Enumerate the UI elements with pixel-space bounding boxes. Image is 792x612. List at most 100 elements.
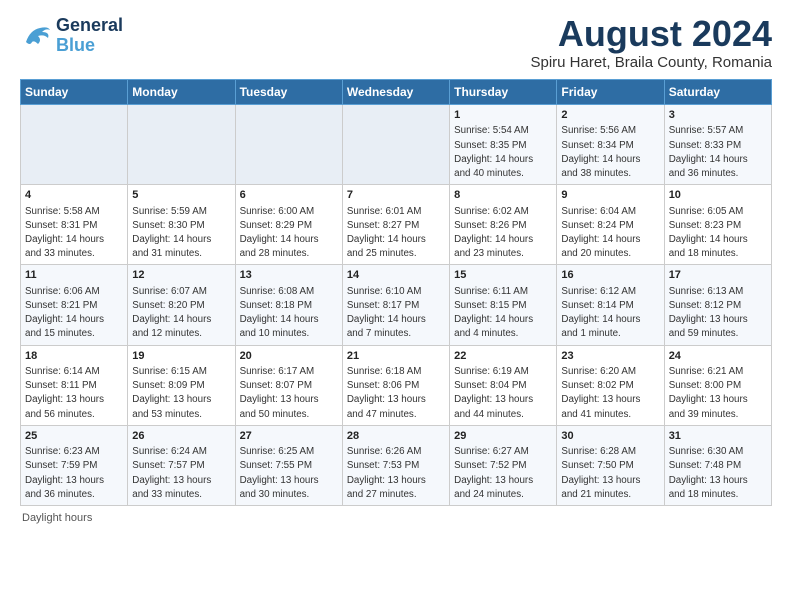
weekday-header-tuesday: Tuesday	[235, 80, 342, 105]
calendar-cell: 9 Sunrise: 6:04 AM Sunset: 8:24 PM Daylig…	[557, 185, 664, 265]
day-info: Sunrise: 6:17 AM Sunset: 8:07 PM Dayligh…	[240, 365, 338, 422]
day-number: 21	[347, 349, 445, 364]
calendar-cell	[128, 105, 235, 185]
day-info: Sunrise: 6:25 AM Sunset: 7:55 PM Dayligh…	[240, 445, 338, 502]
day-number: 8	[454, 188, 552, 203]
day-number: 29	[454, 429, 552, 444]
day-info: Sunrise: 6:15 AM Sunset: 8:09 PM Dayligh…	[132, 365, 230, 422]
calendar-cell: 21Sunrise: 6:18 AM Sunset: 8:06 PM Dayli…	[342, 345, 449, 425]
logo-text: General Blue	[56, 16, 123, 56]
calendar-cell: 30Sunrise: 6:28 AM Sunset: 7:50 PM Dayli…	[557, 425, 664, 505]
day-info: Sunrise: 6:00 AM Sunset: 8:29 PM Dayligh…	[240, 205, 338, 262]
day-number: 13	[240, 268, 338, 283]
day-number: 16	[561, 268, 659, 283]
calendar-week-3: 18Sunrise: 6:14 AM Sunset: 8:11 PM Dayli…	[21, 345, 772, 425]
day-info: Sunrise: 6:26 AM Sunset: 7:53 PM Dayligh…	[347, 445, 445, 502]
header: General Blue August 2024 Spiru Haret, Br…	[20, 16, 772, 71]
calendar-cell: 6 Sunrise: 6:00 AM Sunset: 8:29 PM Daylig…	[235, 185, 342, 265]
calendar-cell: 24Sunrise: 6:21 AM Sunset: 8:00 PM Dayli…	[664, 345, 771, 425]
day-info: Sunrise: 5:59 AM Sunset: 8:30 PM Dayligh…	[132, 205, 230, 262]
day-number: 19	[132, 349, 230, 364]
day-number: 20	[240, 349, 338, 364]
day-info: Sunrise: 6:12 AM Sunset: 8:14 PM Dayligh…	[561, 285, 659, 342]
day-number: 4	[25, 188, 123, 203]
day-number: 12	[132, 268, 230, 283]
calendar-cell: 25Sunrise: 6:23 AM Sunset: 7:59 PM Dayli…	[21, 425, 128, 505]
calendar-cell	[21, 105, 128, 185]
day-number: 25	[25, 429, 123, 444]
day-number: 1	[454, 108, 552, 123]
calendar-cell: 29Sunrise: 6:27 AM Sunset: 7:52 PM Dayli…	[450, 425, 557, 505]
day-number: 11	[25, 268, 123, 283]
calendar-cell: 2Sunrise: 5:56 AM Sunset: 8:34 PM Daylig…	[557, 105, 664, 185]
calendar-cell: 10Sunrise: 6:05 AM Sunset: 8:23 PM Dayli…	[664, 185, 771, 265]
page: General Blue August 2024 Spiru Haret, Br…	[0, 0, 792, 536]
day-number: 3	[669, 108, 767, 123]
day-info: Sunrise: 6:28 AM Sunset: 7:50 PM Dayligh…	[561, 445, 659, 502]
calendar-cell: 19Sunrise: 6:15 AM Sunset: 8:09 PM Dayli…	[128, 345, 235, 425]
main-title: August 2024	[531, 16, 773, 52]
calendar-cell: 31Sunrise: 6:30 AM Sunset: 7:48 PM Dayli…	[664, 425, 771, 505]
calendar-week-4: 25Sunrise: 6:23 AM Sunset: 7:59 PM Dayli…	[21, 425, 772, 505]
calendar-cell	[235, 105, 342, 185]
calendar-week-2: 11Sunrise: 6:06 AM Sunset: 8:21 PM Dayli…	[21, 265, 772, 345]
day-number: 2	[561, 108, 659, 123]
calendar-cell: 28Sunrise: 6:26 AM Sunset: 7:53 PM Dayli…	[342, 425, 449, 505]
weekday-header-friday: Friday	[557, 80, 664, 105]
footer-note: Daylight hours	[20, 512, 772, 524]
day-number: 22	[454, 349, 552, 364]
weekday-header-sunday: Sunday	[21, 80, 128, 105]
day-number: 6	[240, 188, 338, 203]
day-info: Sunrise: 6:13 AM Sunset: 8:12 PM Dayligh…	[669, 285, 767, 342]
day-info: Sunrise: 5:57 AM Sunset: 8:33 PM Dayligh…	[669, 124, 767, 181]
calendar-cell: 1Sunrise: 5:54 AM Sunset: 8:35 PM Daylig…	[450, 105, 557, 185]
calendar-week-0: 1Sunrise: 5:54 AM Sunset: 8:35 PM Daylig…	[21, 105, 772, 185]
day-number: 27	[240, 429, 338, 444]
day-info: Sunrise: 6:24 AM Sunset: 7:57 PM Dayligh…	[132, 445, 230, 502]
calendar-cell: 20Sunrise: 6:17 AM Sunset: 8:07 PM Dayli…	[235, 345, 342, 425]
weekday-header-saturday: Saturday	[664, 80, 771, 105]
weekday-header-wednesday: Wednesday	[342, 80, 449, 105]
day-info: Sunrise: 6:04 AM Sunset: 8:24 PM Dayligh…	[561, 205, 659, 262]
title-block: August 2024 Spiru Haret, Braila County, …	[531, 16, 773, 71]
calendar-cell: 16 Sunrise: 6:12 AM Sunset: 8:14 PM Dayli…	[557, 265, 664, 345]
day-number: 17	[669, 268, 767, 283]
calendar-cell: 27Sunrise: 6:25 AM Sunset: 7:55 PM Dayli…	[235, 425, 342, 505]
weekday-header-thursday: Thursday	[450, 80, 557, 105]
day-info: Sunrise: 5:54 AM Sunset: 8:35 PM Dayligh…	[454, 124, 552, 181]
calendar-cell: 18Sunrise: 6:14 AM Sunset: 8:11 PM Dayli…	[21, 345, 128, 425]
calendar-cell: 7 Sunrise: 6:01 AM Sunset: 8:27 PM Daylig…	[342, 185, 449, 265]
calendar-week-1: 4Sunrise: 5:58 AM Sunset: 8:31 PM Daylig…	[21, 185, 772, 265]
day-number: 23	[561, 349, 659, 364]
calendar-cell: 4Sunrise: 5:58 AM Sunset: 8:31 PM Daylig…	[21, 185, 128, 265]
day-info: Sunrise: 6:20 AM Sunset: 8:02 PM Dayligh…	[561, 365, 659, 422]
logo: General Blue	[20, 16, 123, 56]
day-number: 10	[669, 188, 767, 203]
day-info: Sunrise: 6:08 AM Sunset: 8:18 PM Dayligh…	[240, 285, 338, 342]
calendar-cell: 13 Sunrise: 6:08 AM Sunset: 8:18 PM Dayli…	[235, 265, 342, 345]
day-info: Sunrise: 6:27 AM Sunset: 7:52 PM Dayligh…	[454, 445, 552, 502]
day-number: 15	[454, 268, 552, 283]
day-number: 18	[25, 349, 123, 364]
day-number: 5	[132, 188, 230, 203]
calendar-cell: 22Sunrise: 6:19 AM Sunset: 8:04 PM Dayli…	[450, 345, 557, 425]
day-info: Sunrise: 6:30 AM Sunset: 7:48 PM Dayligh…	[669, 445, 767, 502]
day-number: 7	[347, 188, 445, 203]
calendar-cell: 12Sunrise: 6:07 AM Sunset: 8:20 PM Dayli…	[128, 265, 235, 345]
calendar-cell: 11Sunrise: 6:06 AM Sunset: 8:21 PM Dayli…	[21, 265, 128, 345]
day-info: Sunrise: 6:11 AM Sunset: 8:15 PM Dayligh…	[454, 285, 552, 342]
subtitle: Spiru Haret, Braila County, Romania	[531, 54, 773, 71]
calendar-cell	[342, 105, 449, 185]
day-info: Sunrise: 6:01 AM Sunset: 8:27 PM Dayligh…	[347, 205, 445, 262]
day-info: Sunrise: 6:23 AM Sunset: 7:59 PM Dayligh…	[25, 445, 123, 502]
calendar-cell: 23Sunrise: 6:20 AM Sunset: 8:02 PM Dayli…	[557, 345, 664, 425]
calendar-cell: 14Sunrise: 6:10 AM Sunset: 8:17 PM Dayli…	[342, 265, 449, 345]
day-number: 9	[561, 188, 659, 203]
day-info: Sunrise: 6:19 AM Sunset: 8:04 PM Dayligh…	[454, 365, 552, 422]
day-number: 14	[347, 268, 445, 283]
day-info: Sunrise: 6:14 AM Sunset: 8:11 PM Dayligh…	[25, 365, 123, 422]
day-info: Sunrise: 6:02 AM Sunset: 8:26 PM Dayligh…	[454, 205, 552, 262]
calendar-cell: 17 Sunrise: 6:13 AM Sunset: 8:12 PM Dayli…	[664, 265, 771, 345]
day-number: 31	[669, 429, 767, 444]
day-info: Sunrise: 5:56 AM Sunset: 8:34 PM Dayligh…	[561, 124, 659, 181]
